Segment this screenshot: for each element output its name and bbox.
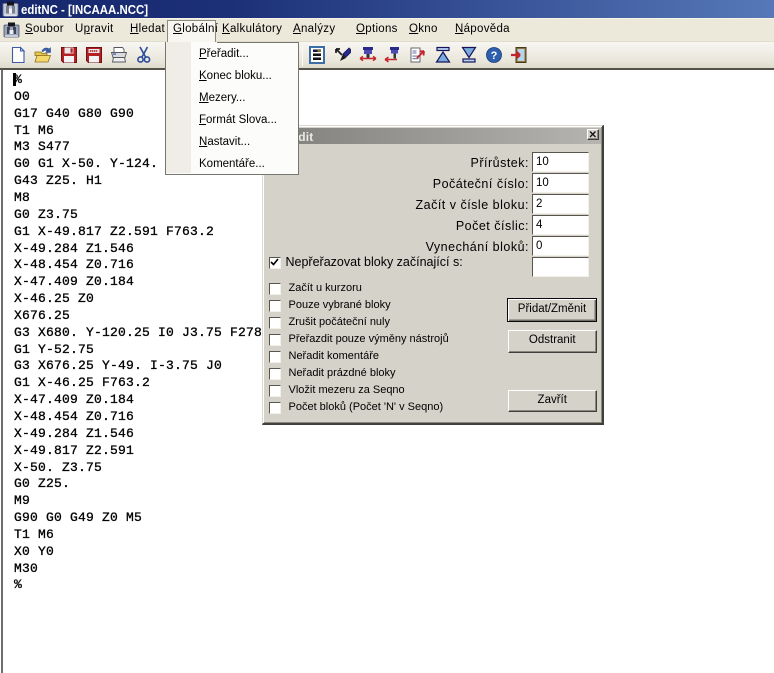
svg-text:?: ? bbox=[491, 50, 498, 62]
